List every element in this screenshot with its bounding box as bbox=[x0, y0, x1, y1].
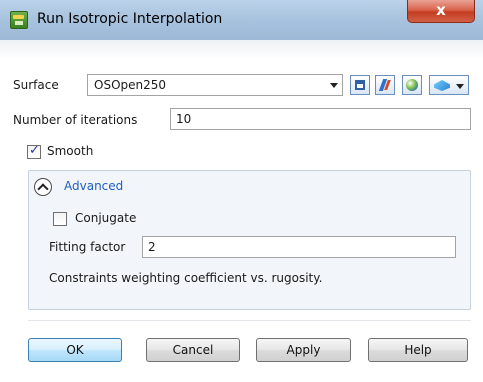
divider bbox=[28, 320, 471, 321]
window-title: Run Isotropic Interpolation bbox=[37, 11, 223, 27]
iterations-value: 10 bbox=[176, 112, 192, 126]
surface-label: Surface bbox=[13, 78, 59, 92]
surface-tool-button[interactable] bbox=[375, 75, 395, 95]
iterations-input[interactable]: 10 bbox=[170, 108, 471, 130]
surface-options-dropdown[interactable] bbox=[429, 75, 469, 95]
conjugate-checkbox[interactable] bbox=[53, 212, 67, 226]
conjugate-label: Conjugate bbox=[75, 211, 137, 225]
surface-value: OSOpen250 bbox=[94, 78, 167, 92]
ok-button[interactable]: OK bbox=[28, 338, 122, 362]
cancel-button[interactable]: Cancel bbox=[146, 338, 240, 362]
dialog-window: Run Isotropic Interpolation x Surface OS… bbox=[0, 0, 483, 382]
title-bar[interactable]: Run Isotropic Interpolation x bbox=[0, 0, 483, 41]
close-button[interactable]: x bbox=[407, 0, 475, 23]
apply-button[interactable]: Apply bbox=[256, 338, 351, 362]
constraints-note: Constraints weighting coefficient vs. ru… bbox=[49, 271, 323, 285]
collapse-icon[interactable] bbox=[34, 178, 52, 196]
surface-view-button[interactable] bbox=[402, 75, 422, 95]
body-shade bbox=[0, 40, 483, 60]
help-button[interactable]: Help bbox=[368, 338, 468, 362]
app-icon bbox=[10, 11, 28, 29]
fitting-factor-input[interactable]: 2 bbox=[142, 236, 456, 258]
smooth-label: Smooth bbox=[47, 144, 94, 158]
iterations-label: Number of iterations bbox=[13, 113, 138, 127]
new-surface-button[interactable] bbox=[350, 75, 370, 95]
smooth-checkbox[interactable] bbox=[27, 143, 41, 159]
fitting-factor-label: Fitting factor bbox=[49, 240, 126, 254]
fitting-factor-value: 2 bbox=[148, 240, 156, 254]
surface-combo[interactable]: OSOpen250 bbox=[87, 74, 343, 96]
chevron-down-icon bbox=[330, 83, 338, 88]
advanced-title[interactable]: Advanced bbox=[64, 179, 123, 193]
